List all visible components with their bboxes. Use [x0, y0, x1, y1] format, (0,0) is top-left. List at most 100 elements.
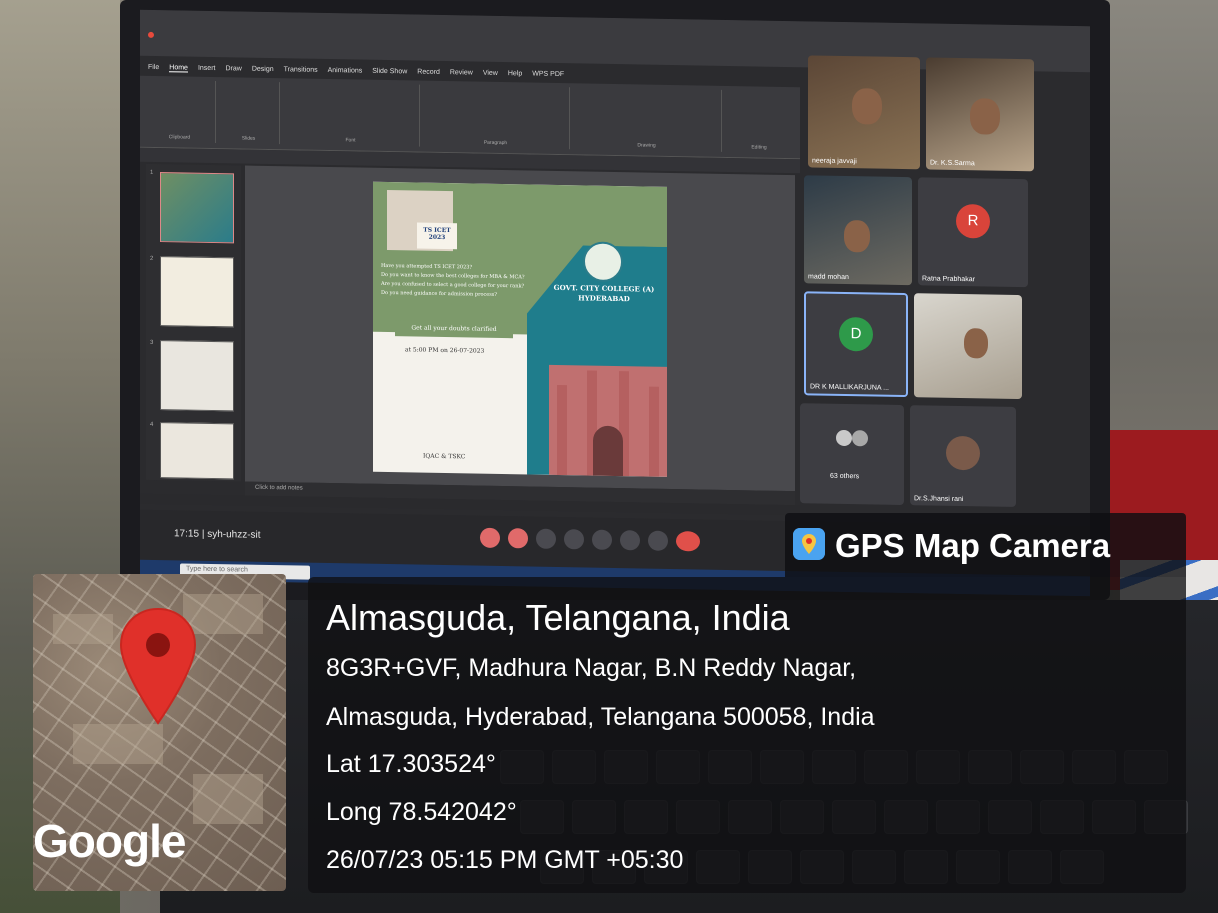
participant-avatar: R — [956, 204, 990, 239]
meeting-time-code: 17:15 | syh-uhzz-sit — [174, 528, 261, 541]
slide-organizer: IQAC & TSKC — [423, 452, 466, 461]
slide-college: GOVT. CITY COLLEGE (A) HYDERABAD — [549, 283, 659, 305]
current-slide[interactable]: TS ICET 2023 Have you attempted TS ICET … — [373, 181, 667, 477]
slide-thumbnail[interactable] — [160, 422, 234, 480]
map-block — [193, 774, 263, 824]
ribbon-label-clipboard: Clipboard — [168, 134, 191, 141]
gps-app-name: GPS Map Camera — [835, 527, 1111, 564]
participant-tile[interactable]: neeraja javvaji — [808, 55, 920, 170]
gps-address-line1: 8G3R+GVF, Madhura Nagar, B.N Reddy Nagar… — [326, 654, 857, 682]
gps-address-line2: Almasguda, Hyderabad, Telangana 500058, … — [326, 703, 875, 731]
thumb-num: 4 — [150, 421, 154, 428]
emoji-icon[interactable] — [564, 529, 584, 550]
menu-home[interactable]: Home — [169, 64, 188, 73]
camera-off-icon[interactable] — [508, 528, 528, 549]
ribbon-label-font: Font — [345, 137, 356, 144]
ribbon-label-paragraph: Paragraph — [483, 139, 508, 147]
map-pin-icon — [119, 607, 197, 725]
meet-participant-grid: neeraja javvaji Dr. K.S.Sarma madd mohan… — [800, 55, 1090, 520]
slide-thumbnail-pane: 1 2 3 4 — [146, 163, 241, 482]
participant-name: DR K MALLIKARJUNA ... — [810, 383, 889, 392]
participant-name: madd mohan — [808, 273, 849, 282]
participant-tile[interactable]: Dr.S.Jhansi rani — [910, 405, 1016, 507]
slide-college-city: HYDERABAD — [578, 293, 630, 304]
laptop-screen: File Home Insert Draw Design Transitions… — [140, 9, 1090, 597]
participant-tile[interactable]: madd mohan — [804, 175, 912, 286]
menu-help[interactable]: Help — [508, 70, 522, 78]
gps-header: GPS Map Camera — [785, 513, 1186, 577]
photo-scene: File Home Insert Draw Design Transitions… — [0, 0, 1218, 913]
participant-name: 63 others — [830, 472, 860, 481]
menu-record[interactable]: Record — [417, 69, 440, 77]
menu-animations[interactable]: Animations — [328, 67, 363, 76]
ribbon-group-font[interactable]: Font — [282, 82, 420, 147]
college-logo-icon — [583, 241, 623, 283]
map-block — [53, 614, 113, 644]
raise-hand-icon[interactable] — [620, 530, 640, 551]
menu-design[interactable]: Design — [252, 66, 274, 74]
ribbon-label-slides: Slides — [241, 135, 256, 142]
slide-building-image — [549, 364, 667, 477]
menu-draw[interactable]: Draw — [225, 65, 241, 73]
menu-review[interactable]: Review — [450, 69, 473, 77]
gps-info-panel: Almasguda, Telangana, India 8G3R+GVF, Ma… — [308, 577, 1186, 893]
meeting-time: 17:15 — [174, 528, 200, 540]
slide-time: at 5:00 PM on 26-07-2023 — [405, 346, 485, 355]
slide-thumbnail[interactable] — [160, 172, 234, 244]
others-avatar-icon — [836, 429, 852, 447]
slide-title-box: TS ICET 2023 — [417, 222, 457, 250]
map-block — [73, 724, 163, 764]
google-logo: Google — [33, 815, 186, 867]
more-options-icon[interactable] — [648, 530, 668, 551]
ppt-ribbon: Clipboard Slides Font Paragraph Drawing … — [140, 75, 800, 160]
present-icon[interactable] — [592, 529, 612, 550]
building-minaret — [649, 386, 659, 477]
record-dot-icon — [148, 31, 154, 38]
participant-tile[interactable]: D DR K MALLIKARJUNA ... — [804, 291, 908, 398]
menu-wps-pdf[interactable]: WPS PDF — [532, 71, 564, 80]
participant-name: Dr. K.S.Sarma — [930, 159, 975, 168]
menu-insert[interactable]: Insert — [198, 65, 216, 73]
meeting-code: syh-uhzz-sit — [207, 528, 261, 541]
ribbon-label-editing: Editing — [751, 144, 767, 151]
participant-name: Dr.S.Jhansi rani — [914, 495, 964, 504]
thumb-num: 3 — [150, 339, 154, 346]
slide-canvas: TS ICET 2023 Have you attempted TS ICET … — [245, 165, 795, 492]
gps-place: Almasguda, Telangana, India — [326, 597, 790, 638]
ribbon-label-drawing: Drawing — [637, 142, 656, 149]
participant-name: neeraja javvaji — [812, 157, 857, 166]
menu-file[interactable]: File — [148, 64, 159, 72]
participant-video — [852, 88, 882, 125]
gps-latitude: Lat 17.303524° — [326, 750, 496, 778]
participant-avatar: D — [839, 316, 873, 352]
participant-tile[interactable]: Dr. K.S.Sarma — [926, 57, 1034, 172]
menu-slideshow[interactable]: Slide Show — [372, 68, 407, 77]
slide-banner: Get all your doubts clarified — [395, 320, 513, 339]
slide-thumbnail[interactable] — [160, 256, 234, 328]
thumb-num: 2 — [150, 255, 154, 262]
gps-longitude: Long 78.542042° — [326, 798, 517, 826]
participant-video — [844, 219, 870, 253]
menu-view[interactable]: View — [483, 70, 498, 78]
participant-avatar — [946, 435, 980, 471]
building-minaret — [557, 384, 567, 476]
ribbon-group-clipboard[interactable]: Clipboard — [144, 79, 216, 144]
ribbon-group-paragraph[interactable]: Paragraph — [422, 84, 570, 150]
gps-datetime: 26/07/23 05:15 PM GMT +05:30 — [326, 846, 684, 874]
gps-camera-glyph-icon — [793, 528, 825, 560]
thumb-num: 1 — [150, 169, 154, 176]
hang-up-button[interactable] — [676, 531, 700, 552]
participant-tile-others[interactable]: 63 others — [800, 403, 904, 506]
map-thumbnail: Google — [33, 574, 286, 891]
ribbon-group-editing[interactable]: Editing — [724, 90, 794, 153]
mic-off-icon[interactable] — [480, 527, 500, 548]
ribbon-group-slides[interactable]: Slides — [218, 81, 280, 145]
slide-thumbnail[interactable] — [160, 340, 234, 412]
menu-transitions[interactable]: Transitions — [284, 66, 318, 75]
participant-tile[interactable] — [914, 293, 1022, 400]
captions-icon[interactable] — [536, 528, 556, 549]
participant-tile[interactable]: R Ratna Prabhakar — [918, 177, 1028, 288]
gps-camera-app-icon — [793, 528, 825, 560]
participant-name: Ratna Prabhakar — [922, 275, 975, 284]
ribbon-group-drawing[interactable]: Drawing — [572, 87, 722, 152]
